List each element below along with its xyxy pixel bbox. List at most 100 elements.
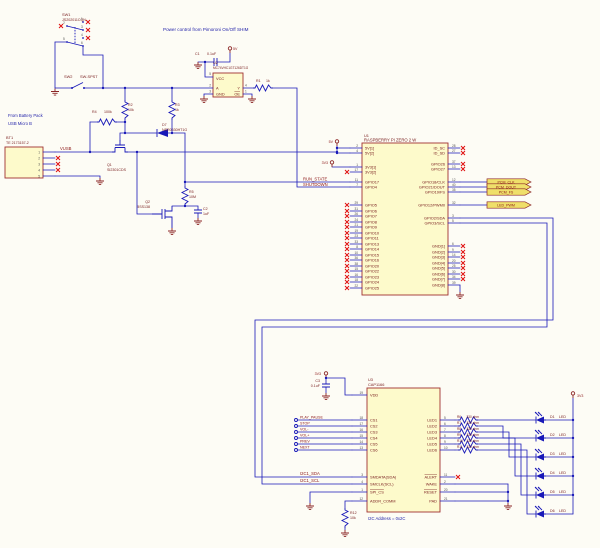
mosfet-q1: [112, 140, 128, 152]
r5-ref: R5: [189, 190, 194, 194]
touch-net-label: VOL-: [300, 428, 309, 432]
pin-name: GND[1]: [432, 243, 445, 248]
wire: [83, 46, 103, 88]
led-resistor-ref: R7: [457, 421, 461, 425]
wire: [326, 378, 352, 395]
power-flag-symbol: [228, 47, 231, 53]
led-resistor-ref: R10: [457, 439, 463, 443]
net-label-run-state: RUN_STATE: [303, 177, 327, 182]
no-connect-x-mark: [345, 236, 349, 240]
no-connect-x-mark: [345, 275, 349, 279]
c2-ref: C2: [203, 207, 208, 211]
led-label: LED: [559, 452, 566, 456]
r4-ref: R4: [92, 110, 97, 114]
pin-number: 25: [452, 264, 456, 268]
note-battery-2: USB Micro B: [8, 121, 32, 126]
u2-pin-num-y: 4: [245, 84, 247, 88]
touch-net-label: NEXT: [300, 446, 310, 450]
pin-name: GPIO25: [365, 285, 379, 290]
pin-number: 34: [452, 275, 456, 279]
u2-ref: U2: [213, 60, 218, 65]
no-connect-x-mark: [461, 266, 465, 270]
led-ref: D6: [550, 509, 555, 513]
pin-number: 10: [354, 251, 358, 255]
pin-number: 1: [356, 163, 358, 167]
net-flag-label: PCM_FS: [499, 190, 514, 194]
junction-dot: [89, 151, 91, 153]
capacitor-c3: [322, 384, 330, 387]
power-flag-symbol: [571, 392, 574, 398]
r4-value: 100k: [104, 110, 112, 114]
pin-name: GPIO9: [365, 224, 377, 229]
led-label: LED: [559, 471, 566, 475]
u2-pin-vcc: VCC: [216, 76, 224, 81]
pin-name: VDD: [370, 392, 378, 397]
no-connect-x-mark: [461, 151, 465, 155]
pin-number: 14: [359, 440, 363, 444]
pin-name: 5V[2]: [365, 150, 374, 155]
net-label-i2c1-scl: I2C1_SCL: [300, 478, 320, 483]
pin-number: 19: [359, 391, 363, 395]
r3-value: 1k: [175, 108, 179, 112]
pin-number: 29: [354, 201, 358, 205]
no-connect-x-mark: [56, 168, 60, 172]
pin-number: 38: [354, 262, 358, 266]
pin-number: 7: [356, 183, 358, 187]
u2-pin-num-a: 2: [209, 84, 211, 88]
pin-number: 20: [452, 259, 456, 263]
bt1-part: TE 2173157-2: [6, 141, 29, 145]
c1-ref: C1: [195, 52, 200, 56]
pin-number: 11: [444, 473, 448, 477]
ground-symbol: [194, 62, 202, 69]
junction-dot: [136, 151, 138, 153]
pin-name: CS2: [370, 423, 378, 428]
power-flag-pi-5v: 5V: [329, 140, 334, 144]
wire: [243, 94, 252, 96]
q1-ref: Q1: [107, 163, 112, 167]
q2-ref: Q2: [145, 200, 150, 204]
no-connect-x-mark: [345, 214, 349, 218]
pin-number: 6: [452, 242, 454, 246]
led-ref: D1: [550, 415, 555, 419]
led-label: LED: [559, 509, 566, 513]
net-label-i2c1-sda: I2C1_SDA: [300, 471, 320, 476]
pin-name: LED5: [427, 441, 437, 446]
sw2-part: SW-SPST: [80, 74, 98, 79]
pin-name: LED1: [427, 417, 437, 422]
pin-number: 36: [354, 256, 358, 260]
led-resistor-value: 330 ohm: [467, 415, 480, 419]
touch-input-pin-circle: [295, 419, 298, 422]
r2-value: 10k: [128, 108, 134, 112]
u2-pin-gnd: GND: [216, 92, 225, 97]
pin-name: GPIO14: [365, 246, 380, 251]
pin-name: GPIO16: [365, 257, 379, 262]
pin-name: CS4: [370, 435, 378, 440]
pin-number: 40: [452, 183, 456, 187]
pin-number: 9: [452, 248, 454, 252]
wire: [185, 206, 198, 210]
pin-name: CS1: [370, 417, 378, 422]
power-flag-symbol: [335, 140, 338, 146]
c1-value: 0.1uF: [207, 52, 217, 56]
touch-net-label: VOL+: [300, 434, 309, 438]
power-flag-u2-vcc: 5V: [233, 47, 238, 51]
u2-pin-a: A: [216, 86, 219, 91]
pin-number: 18: [354, 278, 358, 282]
no-connect-x-mark: [345, 264, 349, 268]
touch-input-pin-circle: [295, 425, 298, 428]
touch-net-label: PLAY_PAUSE: [300, 416, 323, 420]
led-symbol: [535, 412, 546, 424]
led-symbol: [535, 468, 546, 480]
led-symbol: [535, 506, 546, 518]
led-symbol: [535, 449, 546, 461]
no-connect-x-mark: [456, 475, 460, 479]
pin-name: GPIO11: [365, 235, 379, 240]
ground-symbol: [51, 89, 59, 96]
led-label: LED: [559, 433, 566, 437]
u3-part: CAP1166: [368, 382, 384, 387]
pin-number: 39: [452, 281, 456, 285]
pin-number: 2: [356, 144, 358, 148]
pin-number: 32: [452, 201, 456, 205]
no-connect-x-mark: [461, 244, 465, 248]
pin-number: 12: [452, 178, 456, 182]
